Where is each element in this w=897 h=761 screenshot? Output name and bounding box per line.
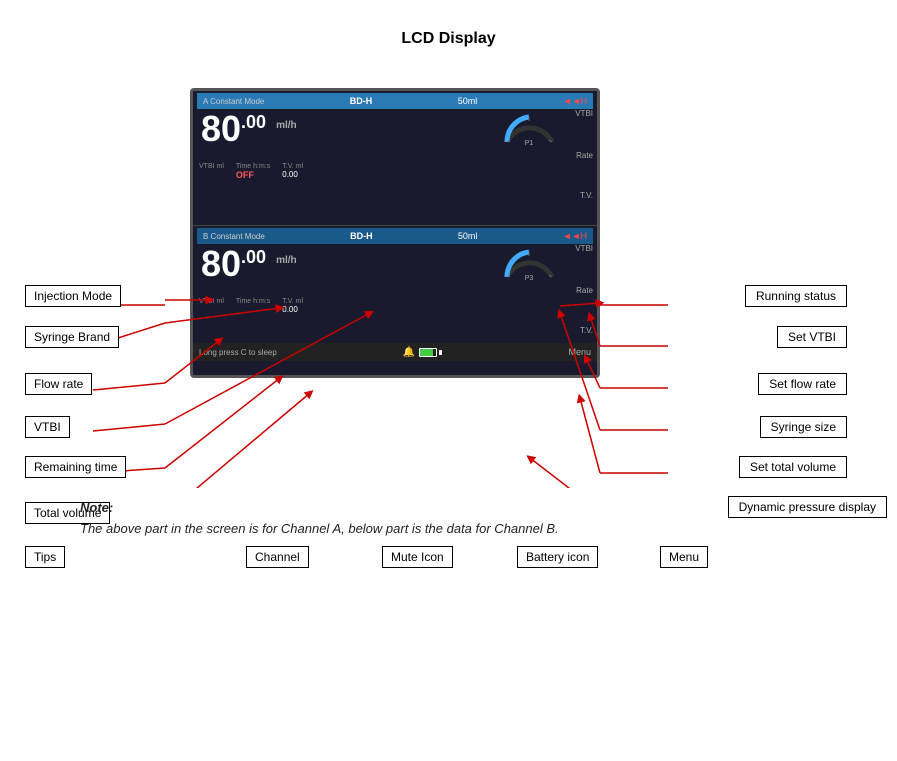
vtbi-sub-b: VTBI ml xyxy=(199,298,224,314)
vtbi-label-b: VTBI xyxy=(575,244,593,253)
label-battery-icon: Battery icon xyxy=(517,546,598,568)
channel-b-sub: VTBI ml Time h:m:s T.V. ml 0.00 xyxy=(199,298,303,314)
channel-b: B Constant Mode BD-H 50ml ◄◄H 80.00 ml/h… xyxy=(193,226,597,361)
battery-display xyxy=(419,348,442,357)
svg-text:P1: P1 xyxy=(525,140,534,147)
label-set-flow-rate: Set flow rate xyxy=(758,373,847,395)
tv-label-b: T.V. xyxy=(580,326,593,335)
label-flow-rate: Flow rate xyxy=(25,373,92,395)
channel-a-plug: ◄◄H xyxy=(563,96,587,106)
note-section: Note: The above part in the screen is fo… xyxy=(80,498,897,540)
sleep-bar: Long press C to sleep 🔔 Menu xyxy=(193,343,597,361)
channel-a-rate: 80.00 ml/h xyxy=(201,111,297,147)
label-vtbi: VTBI xyxy=(25,416,70,438)
gauge-a: P1 xyxy=(502,107,557,152)
channel-b-plug: ◄◄H xyxy=(563,231,587,241)
menu-display: Menu xyxy=(568,347,591,357)
time-sub-b: Time h:m:s xyxy=(236,298,270,314)
rate-label-b: Rate xyxy=(576,286,593,295)
rate-label-a: Rate xyxy=(576,151,593,160)
diagram-area: A Constant Mode BD-H 50ml ◄◄H 80.00 ml/h… xyxy=(0,68,897,488)
tv-sub-a: T.V. ml 0.00 xyxy=(282,163,303,180)
channel-b-bd: BD-H xyxy=(350,231,373,241)
channel-a-mode: A Constant Mode xyxy=(203,97,264,106)
label-set-total-volume: Set total volume xyxy=(739,456,847,478)
mute-icon-display: 🔔 xyxy=(403,347,415,358)
label-tips: Tips xyxy=(25,546,65,568)
channel-a-bd: BD-H xyxy=(350,96,373,106)
note-text: The above part in the screen is for Chan… xyxy=(80,519,897,540)
channel-b-mode: B Constant Mode xyxy=(203,232,265,241)
channel-a: A Constant Mode BD-H 50ml ◄◄H 80.00 ml/h… xyxy=(193,91,597,226)
vtbi-label-a: VTBI xyxy=(575,109,593,118)
label-remaining-time: Remaining time xyxy=(25,456,126,478)
vtbi-sub-a: VTBI ml xyxy=(199,163,224,180)
note-label: Note: xyxy=(80,498,897,519)
label-running-status: Running status xyxy=(745,285,847,307)
channel-b-volume: 50ml xyxy=(458,231,478,241)
label-syringe-brand: Syringe Brand xyxy=(25,326,119,348)
label-set-vtbi: Set VTBI xyxy=(777,326,847,348)
sleep-text: Long press C to sleep xyxy=(199,348,277,357)
label-syringe-size: Syringe size xyxy=(760,416,847,438)
gauge-b: P3 xyxy=(502,242,557,287)
label-channel: Channel xyxy=(246,546,309,568)
label-injection-mode: Injection Mode xyxy=(25,285,121,307)
tv-sub-b: T.V. ml 0.00 xyxy=(282,298,303,314)
channel-a-volume: 50ml xyxy=(458,96,478,106)
svg-text:P3: P3 xyxy=(525,275,534,282)
tv-label-a: T.V. xyxy=(580,191,593,200)
label-mute-icon: Mute Icon xyxy=(382,546,453,568)
channel-a-sub: VTBI ml Time h:m:s OFF T.V. ml 0.00 xyxy=(199,163,303,180)
page-title: LCD Display xyxy=(0,0,897,68)
label-menu: Menu xyxy=(660,546,708,568)
channel-b-rate: 80.00 ml/h xyxy=(201,246,297,282)
lcd-screen: A Constant Mode BD-H 50ml ◄◄H 80.00 ml/h… xyxy=(190,88,600,378)
time-sub-a: Time h:m:s OFF xyxy=(236,163,270,180)
